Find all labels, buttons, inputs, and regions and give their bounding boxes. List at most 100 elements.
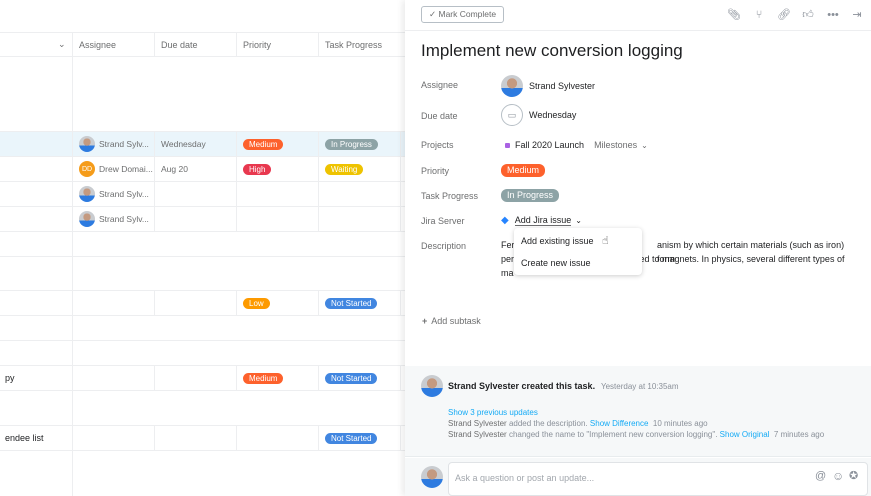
table-row[interactable]: Low Not Started xyxy=(0,291,410,316)
assignee-cell[interactable] xyxy=(72,426,154,450)
desc-fragment: Fer xyxy=(501,240,515,250)
table-row[interactable]: endee list Not Started xyxy=(0,426,410,451)
due-date-cell[interactable] xyxy=(154,182,236,206)
due-date: Wednesday xyxy=(161,139,206,149)
priority-cell[interactable]: Low xyxy=(236,291,318,315)
due-date-field[interactable]: ▭ Wednesday xyxy=(501,104,576,126)
progress-pill: Not Started xyxy=(325,432,378,444)
progress-cell[interactable] xyxy=(318,182,400,206)
comment-input[interactable]: Ask a question or post an update... @ ☺ … xyxy=(448,462,868,496)
project-name[interactable]: Fall 2020 Launch xyxy=(515,140,584,150)
due-date-cell[interactable] xyxy=(154,366,236,390)
story-user[interactable]: Strand Sylvester xyxy=(448,430,507,439)
priority-cell[interactable]: Medium xyxy=(236,132,318,156)
more-icon[interactable]: ••• xyxy=(826,8,840,22)
add-existing-issue-item[interactable]: Add existing issue xyxy=(521,236,594,246)
name-cell[interactable]: py xyxy=(0,366,72,390)
name-cell[interactable] xyxy=(0,291,72,315)
plus-icon: + xyxy=(422,316,428,326)
panel-toolbar: ✓ Mark Complete 📎︎ ⑂ 🔗︎ 👍︎ ••• ⇥ xyxy=(405,0,871,31)
name-cell[interactable]: endee list xyxy=(0,426,72,450)
column-task-progress[interactable]: Task Progress xyxy=(318,33,400,57)
column-priority[interactable]: Priority xyxy=(236,33,318,57)
column-due-date[interactable]: Due date xyxy=(154,33,236,57)
calendar-icon: ▭ xyxy=(501,104,523,126)
due-date-cell[interactable] xyxy=(154,426,236,450)
activity-feed: Strand Sylvester created this task. Yest… xyxy=(405,366,871,457)
assignee-cell[interactable]: Strand Sylv... xyxy=(72,182,154,206)
table-row[interactable]: Strand Sylv... xyxy=(0,207,410,232)
assignee-label: Assignee xyxy=(421,80,459,90)
add-jira-issue-label: Add Jira issue xyxy=(514,215,572,226)
list-section-row xyxy=(0,57,410,132)
priority-cell[interactable]: Medium xyxy=(236,366,318,390)
due-date-cell[interactable] xyxy=(154,207,236,231)
name-cell[interactable] xyxy=(0,182,72,206)
avatar xyxy=(421,466,443,488)
story-time: 7 minutes ago xyxy=(773,430,825,439)
assignee-cell[interactable] xyxy=(72,291,154,315)
projects-field[interactable]: Fall 2020 Launch Milestones ⌄ xyxy=(501,140,648,150)
add-jira-issue-button[interactable]: ◆ Add Jira issue ⌄ xyxy=(501,215,582,226)
show-difference-link[interactable]: Show Difference xyxy=(590,419,649,428)
progress-cell[interactable]: Waiting xyxy=(318,157,400,181)
assignee-cell[interactable]: Strand Sylv... xyxy=(72,132,154,156)
avatar xyxy=(421,375,443,397)
table-row[interactable]: py Medium Not Started xyxy=(0,366,410,391)
table-row[interactable]: Strand Sylv... Wednesday Medium In Progress xyxy=(0,132,410,157)
progress-cell[interactable]: Not Started xyxy=(318,366,400,390)
story-text: added the description. xyxy=(508,419,588,428)
priority-cell[interactable] xyxy=(236,426,318,450)
assignee-field[interactable]: Strand Sylvester xyxy=(501,75,595,97)
add-subtask-button[interactable]: + Add subtask xyxy=(422,316,481,326)
name-cell[interactable] xyxy=(0,157,72,181)
milestones-dropdown[interactable]: Milestones xyxy=(594,140,637,150)
mark-complete-button[interactable]: ✓ Mark Complete xyxy=(421,6,505,23)
progress-cell[interactable]: Not Started xyxy=(318,426,400,450)
due-date-cell[interactable] xyxy=(154,291,236,315)
priority-cell[interactable]: High xyxy=(236,157,318,181)
priority-cell[interactable] xyxy=(236,182,318,206)
progress-pill: Waiting xyxy=(325,163,364,175)
emoji-icon[interactable]: ☺ xyxy=(832,469,844,483)
progress-pill: Not Started xyxy=(325,372,378,384)
table-row[interactable]: DD Drew Domai... Aug 20 High Waiting xyxy=(0,157,410,182)
progress-cell[interactable]: Not Started xyxy=(318,291,400,315)
task-title[interactable]: Implement new conversion logging xyxy=(421,41,683,61)
project-color-icon xyxy=(505,142,510,148)
task-progress-pill[interactable]: In Progress xyxy=(501,189,560,202)
story-time: 10 minutes ago xyxy=(652,419,708,428)
subtask-icon[interactable]: ⑂ xyxy=(752,8,766,22)
mention-icon[interactable]: @ xyxy=(815,470,826,482)
show-original-link[interactable]: Show Original xyxy=(720,430,770,439)
table-row[interactable]: Strand Sylv... xyxy=(0,182,410,207)
due-date-cell[interactable]: Aug 20 xyxy=(154,157,236,181)
chevron-down-icon[interactable]: ⌄ xyxy=(58,39,66,50)
show-previous-updates-link[interactable]: Show 3 previous updates xyxy=(448,408,538,417)
chevron-down-icon: ⌄ xyxy=(575,216,582,225)
list-section-row xyxy=(0,391,410,426)
link-icon[interactable]: 🔗︎ xyxy=(777,8,791,22)
due-date-cell[interactable]: Wednesday xyxy=(154,132,236,156)
story-user[interactable]: Strand Sylvester xyxy=(448,419,507,428)
priority-pill: Medium xyxy=(243,138,284,150)
list-section-row xyxy=(0,316,410,341)
create-new-issue-item[interactable]: Create new issue xyxy=(521,258,591,268)
column-assignee[interactable]: Assignee xyxy=(72,33,154,57)
priority-pill: Medium xyxy=(243,372,284,384)
priority-cell[interactable] xyxy=(236,207,318,231)
priority-pill[interactable]: Medium xyxy=(501,164,546,177)
close-panel-icon[interactable]: ⇥ xyxy=(850,8,864,22)
progress-cell[interactable] xyxy=(318,207,400,231)
assignee-cell[interactable]: DD Drew Domai... xyxy=(72,157,154,181)
star-icon[interactable]: ✪ xyxy=(849,469,858,482)
name-cell[interactable] xyxy=(0,207,72,231)
assignee-cell[interactable] xyxy=(72,366,154,390)
hand-cursor-icon: ☝︎ xyxy=(602,235,609,247)
assignee-cell[interactable]: Strand Sylv... xyxy=(72,207,154,231)
attachment-icon[interactable]: 📎︎ xyxy=(727,8,741,22)
like-icon[interactable]: 👍︎ xyxy=(801,8,815,22)
task-name: py xyxy=(5,373,15,383)
progress-cell[interactable]: In Progress xyxy=(318,132,400,156)
name-cell[interactable] xyxy=(0,132,72,156)
